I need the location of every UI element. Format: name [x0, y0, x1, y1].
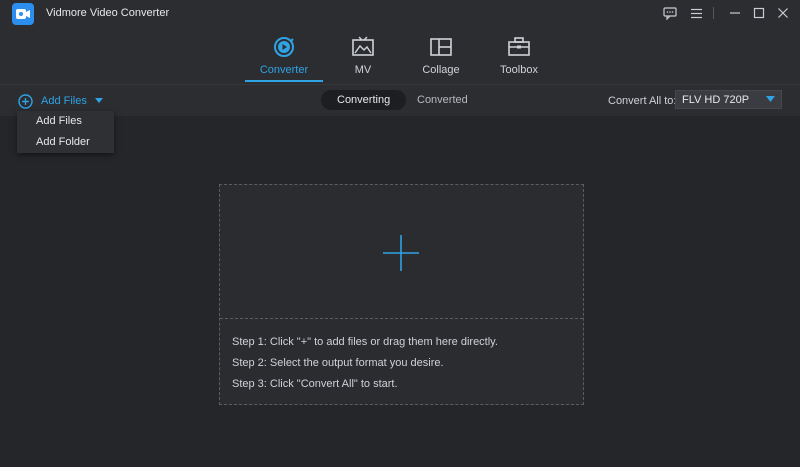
tab-collage-label: Collage	[422, 64, 460, 76]
add-circle-icon	[18, 93, 33, 109]
tab-converted[interactable]: Converted	[401, 90, 484, 110]
step-3-text: Step 3: Click "Convert All" to start.	[232, 378, 398, 390]
maximize-icon[interactable]	[749, 4, 769, 22]
title-bar: Vidmore Video Converter Converter MV Col…	[0, 0, 800, 84]
menu-icon[interactable]	[686, 4, 706, 22]
chevron-down-icon[interactable]	[94, 98, 103, 104]
mv-icon	[352, 36, 374, 56]
active-tab-indicator	[245, 80, 323, 82]
title-bar-divider	[713, 7, 714, 19]
toolbox-icon	[508, 37, 530, 56]
app-logo-icon	[12, 3, 34, 25]
tab-mv-label: MV	[354, 64, 372, 76]
step-2-text: Step 2: Select the output format you des…	[232, 357, 444, 369]
add-file-area[interactable]	[220, 185, 583, 318]
collage-icon	[430, 38, 452, 56]
output-format-select[interactable]: FLV HD 720P	[675, 90, 782, 109]
add-files-label: Add Files	[41, 95, 87, 107]
close-icon[interactable]	[773, 4, 793, 22]
converter-icon	[274, 37, 294, 57]
add-files-dropdown-menu: Add Files Add Folder	[17, 111, 114, 153]
minimize-icon[interactable]	[725, 4, 745, 22]
app-title: Vidmore Video Converter	[46, 7, 170, 19]
tab-toolbox-label: Toolbox	[500, 64, 538, 76]
tab-mv[interactable]: MV	[323, 34, 403, 82]
step-1-text: Step 1: Click "+" to add files or drag t…	[232, 336, 498, 348]
tab-collage[interactable]: Collage	[401, 34, 481, 82]
tab-converting[interactable]: Converting	[321, 90, 407, 110]
output-format-value: FLV HD 720P	[682, 94, 750, 106]
menu-item-add-files[interactable]: Add Files	[17, 111, 114, 132]
drop-zone-divider	[220, 318, 583, 319]
convert-all-label: Convert All to:	[608, 95, 677, 107]
chevron-down-icon	[766, 96, 775, 102]
feedback-icon[interactable]	[660, 4, 680, 22]
plus-icon[interactable]	[383, 235, 419, 271]
tab-toolbox[interactable]: Toolbox	[479, 34, 559, 82]
tab-converter[interactable]: Converter	[244, 34, 324, 82]
add-files-button[interactable]: Add Files	[18, 92, 103, 110]
tab-converter-label: Converter	[259, 64, 309, 76]
file-drop-zone[interactable]: Step 1: Click "+" to add files or drag t…	[219, 184, 584, 405]
menu-item-add-folder[interactable]: Add Folder	[17, 132, 114, 153]
